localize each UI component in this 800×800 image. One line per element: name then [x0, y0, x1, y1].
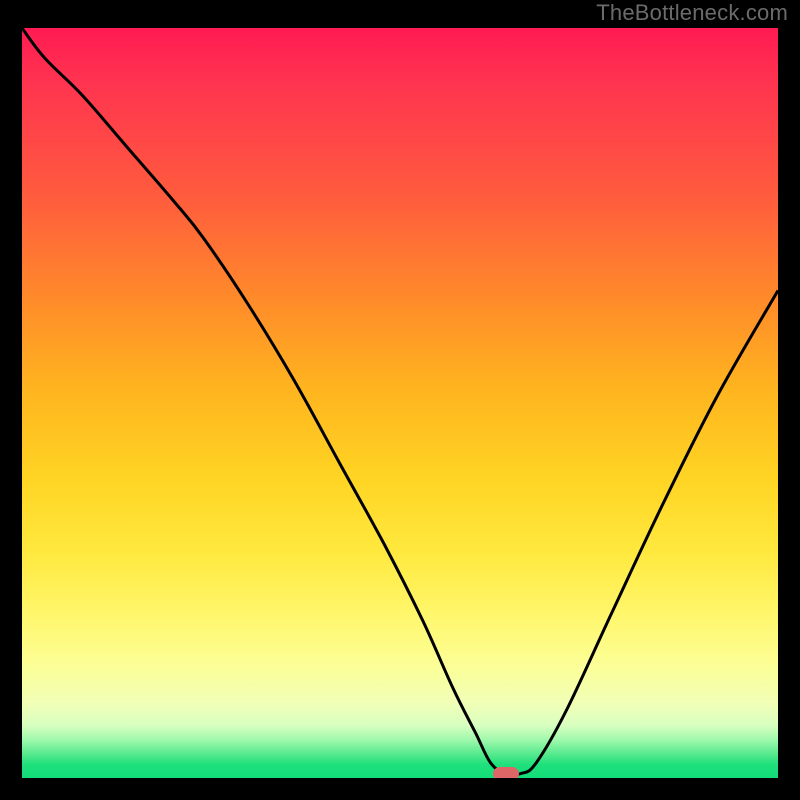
bottleneck-curve: [22, 28, 778, 778]
chart-frame: TheBottleneck.com: [0, 0, 800, 800]
minimum-marker: [493, 767, 519, 779]
plot-area: [22, 28, 778, 778]
watermark-text: TheBottleneck.com: [596, 0, 788, 26]
